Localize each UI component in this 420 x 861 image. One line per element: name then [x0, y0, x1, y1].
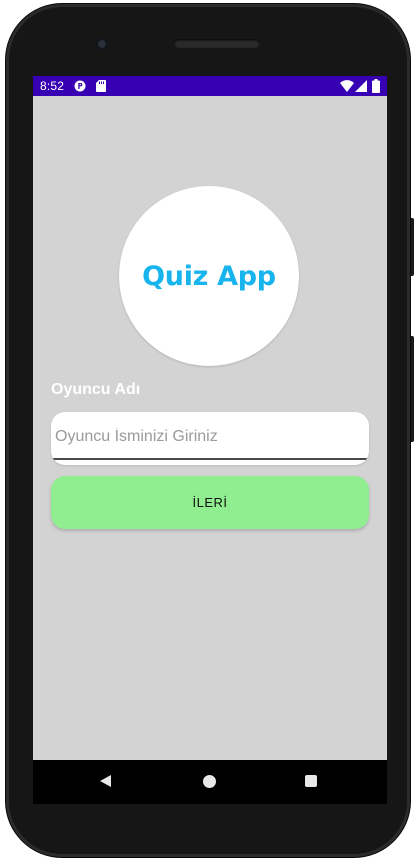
- recents-icon[interactable]: [305, 775, 317, 787]
- status-time: 8:52: [40, 79, 65, 93]
- sd-card-icon: [96, 80, 106, 92]
- status-bar: 8:52: [33, 76, 387, 96]
- back-icon[interactable]: [99, 774, 113, 788]
- player-name-field[interactable]: [51, 412, 369, 465]
- wifi-icon: [340, 80, 354, 92]
- app-logo-circle: Quiz App: [119, 186, 299, 366]
- app-logo-text: Quiz App: [142, 260, 276, 292]
- p-notification-icon: [74, 80, 86, 92]
- earpiece-speaker: [174, 39, 260, 48]
- battery-icon: [372, 79, 380, 93]
- navigation-bar: [33, 760, 387, 804]
- input-underline: [51, 458, 369, 460]
- app-screen: 8:52 Quiz App Oyuncu Adı Oyuncu İsminizi…: [33, 76, 387, 760]
- front-camera-icon: [96, 38, 108, 50]
- signal-icon: [355, 80, 367, 92]
- home-icon[interactable]: [203, 775, 216, 788]
- player-name-label: Oyuncu Adı: [51, 381, 141, 398]
- player-name-input[interactable]: [51, 412, 369, 462]
- next-button[interactable]: İLERİ: [51, 476, 369, 529]
- device-frame: 8:52 Quiz App Oyuncu Adı Oyuncu İsminizi…: [0, 0, 420, 861]
